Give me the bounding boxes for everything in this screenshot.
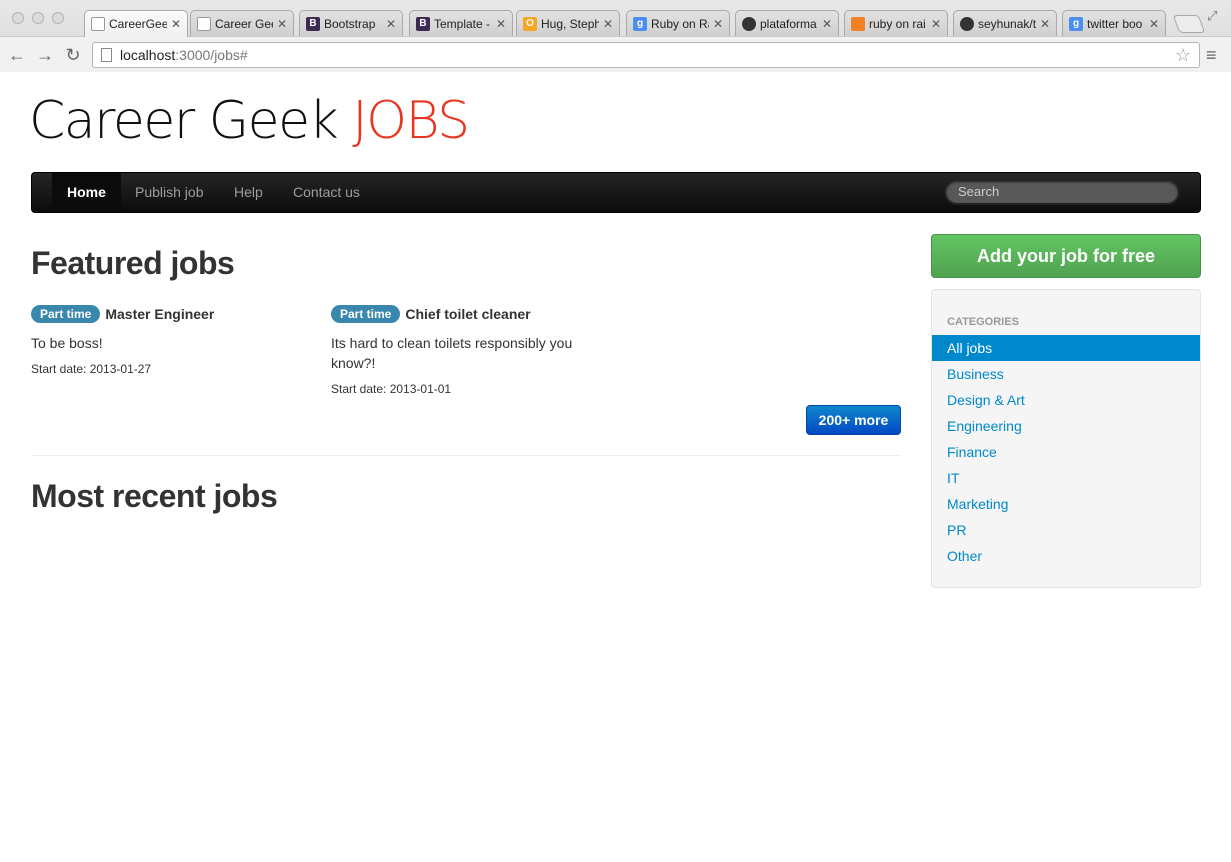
job-title[interactable]: Chief toilet cleaner bbox=[405, 306, 530, 322]
back-arrow-icon[interactable]: ← bbox=[7, 45, 27, 65]
tab-label: Career Gee bbox=[215, 16, 273, 31]
document-icon bbox=[197, 16, 211, 31]
url-host: localhost bbox=[120, 47, 176, 63]
tab-label: Ruby on Ra bbox=[651, 16, 709, 31]
brand-accent: JOBS bbox=[352, 91, 470, 151]
main-navbar: Home Publish job Help Contact us Search bbox=[31, 172, 1201, 213]
bookmark-star-icon[interactable]: ☆ bbox=[1175, 45, 1191, 66]
category-other[interactable]: Other bbox=[932, 543, 1200, 569]
page-content: Career Geek JOBS Home Publish job Help C… bbox=[0, 73, 1231, 862]
add-job-button[interactable]: Add your job for free bbox=[931, 234, 1201, 278]
job-description: To be boss! bbox=[31, 335, 103, 351]
category-design-art[interactable]: Design & Art bbox=[932, 387, 1200, 413]
browser-tab-hug-steph[interactable]: O Hug, Steph ✕ bbox=[516, 10, 620, 36]
brand-main: Career Geek bbox=[29, 91, 339, 151]
browser-tab-ruby-on-rai[interactable]: ruby on rai ✕ bbox=[844, 10, 948, 36]
close-tab-icon[interactable]: ✕ bbox=[1149, 17, 1159, 31]
close-tab-icon[interactable]: ✕ bbox=[931, 17, 941, 31]
close-tab-icon[interactable]: ✕ bbox=[603, 17, 613, 31]
job-title[interactable]: Master Engineer bbox=[105, 306, 214, 322]
browser-tab-template[interactable]: B Template - ✕ bbox=[409, 10, 513, 36]
recent-jobs-heading: Most recent jobs bbox=[31, 478, 278, 514]
github-icon bbox=[960, 16, 974, 31]
close-tab-icon[interactable]: ✕ bbox=[386, 17, 396, 31]
tab-label: twitter boo bbox=[1087, 16, 1143, 31]
google-icon: g bbox=[1069, 16, 1083, 31]
forward-arrow-icon[interactable]: → bbox=[35, 45, 55, 65]
featured-jobs-heading: Featured jobs bbox=[31, 245, 235, 281]
stackoverflow-icon bbox=[851, 16, 865, 31]
bootstrap-icon: B bbox=[416, 16, 430, 31]
tab-label: CareerGeek bbox=[109, 17, 167, 31]
category-pr[interactable]: PR bbox=[932, 517, 1200, 543]
tab-label: plataforma bbox=[760, 16, 817, 31]
featured-job-card: Part time Master Engineer To be boss! St… bbox=[31, 305, 301, 376]
close-tab-icon[interactable]: ✕ bbox=[171, 17, 181, 31]
site-brand[interactable]: Career Geek JOBS bbox=[29, 91, 470, 151]
google-icon: g bbox=[633, 16, 647, 31]
tab-label: Template - bbox=[434, 16, 491, 31]
tab-label: seyhunak/t bbox=[978, 16, 1036, 31]
nav-contact-us[interactable]: Contact us bbox=[278, 173, 375, 212]
zoom-window-icon[interactable] bbox=[52, 12, 64, 24]
categories-sidebar: CATEGORIES All jobs Business Design & Ar… bbox=[931, 289, 1201, 588]
fullscreen-icon[interactable]: ⤢ bbox=[1207, 8, 1217, 24]
browser-tab-plataforma[interactable]: plataforma ✕ bbox=[735, 10, 839, 36]
new-tab-button[interactable] bbox=[1172, 15, 1206, 33]
browser-tab-bootstrap[interactable]: B Bootstrap ✕ bbox=[299, 10, 403, 36]
tab-label: ruby on rai bbox=[869, 16, 926, 31]
categories-heading: CATEGORIES bbox=[947, 316, 1019, 328]
category-business[interactable]: Business bbox=[932, 361, 1200, 387]
bootstrap-icon: B bbox=[306, 16, 320, 31]
nav-publish-job[interactable]: Publish job bbox=[120, 173, 219, 212]
close-tab-icon[interactable]: ✕ bbox=[713, 17, 723, 31]
close-window-icon[interactable] bbox=[12, 12, 24, 24]
minimize-window-icon[interactable] bbox=[32, 12, 44, 24]
browser-tab-twitter-boo[interactable]: g twitter boo ✕ bbox=[1062, 10, 1166, 36]
nav-home[interactable]: Home bbox=[52, 173, 121, 212]
more-jobs-button[interactable]: 200+ more bbox=[806, 405, 901, 435]
job-start-date: Start date: 2013-01-01 bbox=[331, 382, 452, 396]
category-it[interactable]: IT bbox=[932, 465, 1200, 491]
close-tab-icon[interactable]: ✕ bbox=[277, 17, 287, 31]
browser-tab-career-gee[interactable]: Career Gee ✕ bbox=[190, 10, 294, 36]
category-all-jobs[interactable]: All jobs bbox=[932, 335, 1200, 361]
close-tab-icon[interactable]: ✕ bbox=[496, 17, 506, 31]
reload-icon[interactable]: ↻ bbox=[63, 45, 83, 65]
browser-toolbar: ← → ↻ localhost:3000/jobs# ☆ ≡ bbox=[0, 36, 1231, 72]
outlook-icon: O bbox=[523, 16, 537, 31]
document-icon bbox=[91, 17, 105, 31]
search-input[interactable]: Search bbox=[944, 179, 1180, 205]
browser-menu-icon[interactable]: ≡ bbox=[1206, 45, 1217, 66]
close-tab-icon[interactable]: ✕ bbox=[1040, 17, 1050, 31]
category-finance[interactable]: Finance bbox=[932, 439, 1200, 465]
tab-label: Bootstrap bbox=[324, 16, 376, 31]
url-path: :3000/jobs# bbox=[175, 47, 248, 63]
category-engineering[interactable]: Engineering bbox=[932, 413, 1200, 439]
browser-tab-seyhunak[interactable]: seyhunak/t ✕ bbox=[953, 10, 1057, 36]
github-icon bbox=[742, 16, 756, 31]
tab-strip: CareerGeek ✕ Career Gee ✕ B Bootstrap ✕ … bbox=[0, 0, 1231, 37]
section-divider bbox=[31, 455, 901, 456]
job-description: Its hard to clean toilets responsibly yo… bbox=[331, 335, 573, 371]
category-marketing[interactable]: Marketing bbox=[932, 491, 1200, 517]
nav-help[interactable]: Help bbox=[219, 173, 278, 212]
address-bar[interactable]: localhost:3000/jobs# ☆ bbox=[92, 42, 1200, 68]
browser-chrome: CareerGeek ✕ Career Gee ✕ B Bootstrap ✕ … bbox=[0, 0, 1231, 72]
job-start-date: Start date: 2013-01-27 bbox=[31, 362, 152, 376]
job-type-badge: Part time bbox=[331, 305, 401, 323]
page-icon bbox=[101, 48, 112, 62]
tab-label: Hug, Steph bbox=[541, 16, 599, 31]
featured-job-card: Part time Chief toilet cleaner Its hard … bbox=[331, 305, 601, 396]
browser-tab-ruby-on-ra[interactable]: g Ruby on Ra ✕ bbox=[626, 10, 730, 36]
close-tab-icon[interactable]: ✕ bbox=[822, 17, 832, 31]
job-type-badge: Part time bbox=[31, 305, 101, 323]
browser-tab-careergeek[interactable]: CareerGeek ✕ bbox=[84, 10, 188, 37]
